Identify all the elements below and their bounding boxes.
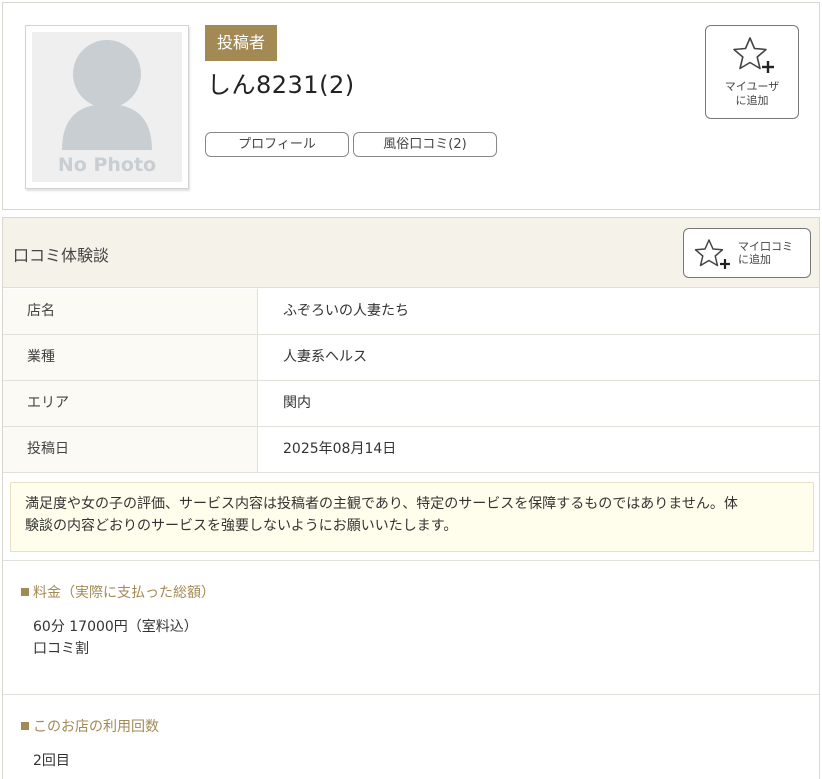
price-detail: 60分 17000円（室料込） 口コミ割 — [33, 616, 198, 660]
no-photo-placeholder: No Photo — [32, 32, 182, 182]
divider — [3, 560, 819, 561]
category-value: 人妻系ヘルス — [283, 349, 367, 365]
add-my-user-label-line1: マイユーザ — [724, 80, 780, 93]
review-section-header: 口コミ体験談 マイ口コミ に追加 — [3, 218, 819, 288]
divider — [3, 694, 819, 695]
post-date-value: 2025年08月14日 — [283, 441, 397, 457]
poster-profile-card: No Photo 投稿者 しん8231(2) プロフィール 風俗口コミ(2) マ… — [2, 2, 820, 210]
info-row-shop: 店名 ふぞろいの人妻たち — [3, 289, 819, 335]
shop-name-value: ふぞろいの人妻たち — [283, 303, 409, 319]
star-plus-icon — [733, 37, 774, 73]
review-section: 口コミ体験談 マイ口コミ に追加 店名 ふぞろいの人妻たち 業種 人妻系ヘルス … — [2, 217, 820, 779]
info-label: エリア — [3, 381, 258, 426]
info-row-post-date: 投稿日 2025年08月14日 — [3, 427, 819, 473]
user-name: しん8231(2) — [207, 71, 355, 99]
star-plus-icon — [694, 239, 730, 269]
review-section-title: 口コミ体験談 — [13, 246, 110, 265]
price-heading: 料金（実際に支払った総額） — [21, 582, 215, 602]
add-my-user-button[interactable]: マイユーザ に追加 — [705, 25, 799, 119]
info-row-area: エリア 関内 — [3, 381, 819, 427]
disclaimer-line2: 験談の内容どおりのサービスを強要しないようにお願いいたします。 — [25, 518, 458, 534]
info-label: 店名 — [3, 289, 258, 334]
no-photo-text: No Photo — [58, 154, 156, 176]
square-bullet-icon — [21, 722, 29, 730]
avatar: No Photo — [25, 25, 189, 189]
square-bullet-icon — [21, 588, 29, 596]
disclaimer-notice: 満足度や女の子の評価、サービス内容は投稿者の主観であり、特定のサービスを保障する… — [10, 482, 814, 552]
poster-role-badge: 投稿者 — [205, 25, 278, 61]
price-line2: 口コミ割 — [33, 641, 89, 657]
add-my-user-label-line2: に追加 — [735, 94, 769, 107]
price-heading-text: 料金（実際に支払った総額） — [33, 585, 215, 601]
add-my-review-label-line2: に追加 — [738, 253, 771, 266]
info-row-category: 業種 人妻系ヘルス — [3, 335, 819, 381]
visits-heading-text: このお店の利用回数 — [33, 719, 159, 735]
area-value: 関内 — [283, 395, 311, 411]
profile-button[interactable]: プロフィール — [205, 132, 349, 157]
disclaimer-line1: 満足度や女の子の評価、サービス内容は投稿者の主観であり、特定のサービスを保障する… — [25, 496, 738, 512]
add-my-review-button[interactable]: マイ口コミ に追加 — [683, 228, 811, 278]
info-label: 投稿日 — [3, 427, 258, 472]
info-label: 業種 — [3, 335, 258, 380]
add-my-review-label-line1: マイ口コミ — [738, 240, 793, 253]
visits-value: 2回目 — [33, 753, 70, 769]
visits-heading: このお店の利用回数 — [21, 716, 159, 736]
price-line1: 60分 17000円（室料込） — [33, 619, 198, 635]
reviews-button[interactable]: 風俗口コミ(2) — [353, 132, 497, 157]
person-silhouette-icon: No Photo — [32, 32, 182, 182]
